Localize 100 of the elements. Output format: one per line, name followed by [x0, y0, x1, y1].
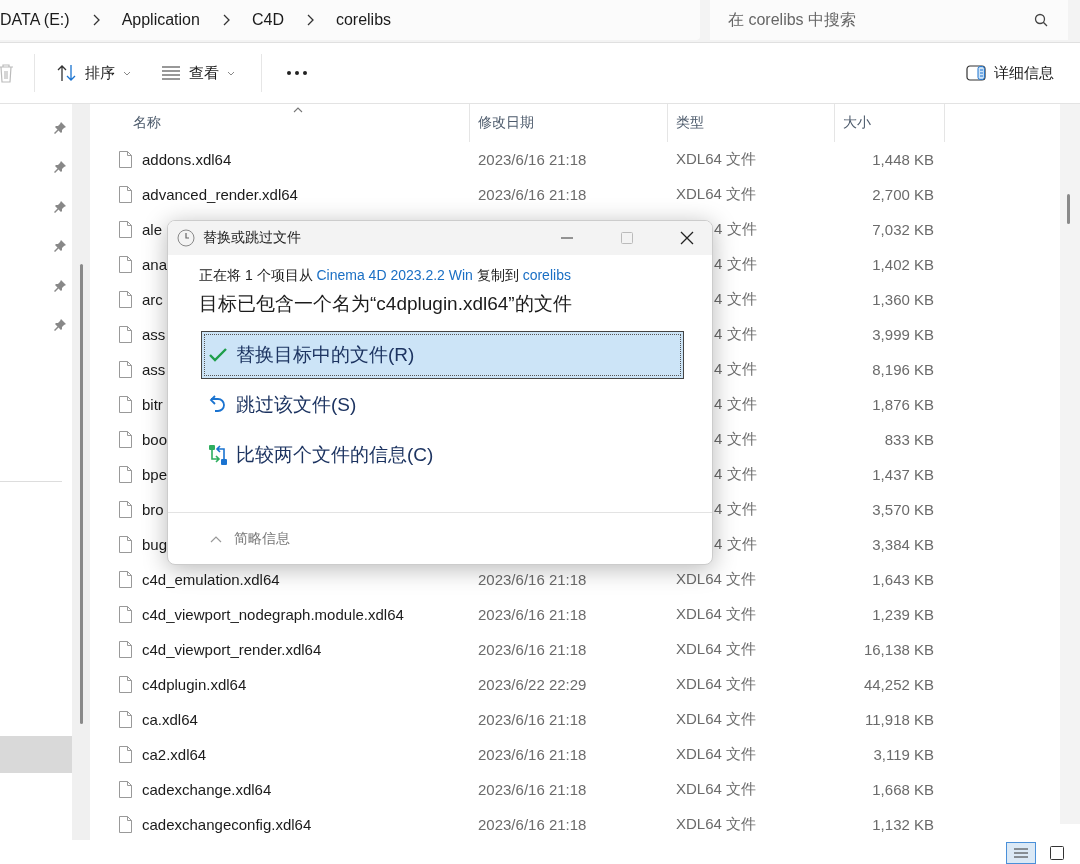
file-name[interactable]: ca.xdl64 [142, 711, 198, 728]
file-type: 4 文件 [714, 255, 757, 274]
file-name[interactable]: c4dplugin.xdl64 [142, 676, 247, 693]
file-type: XDL64 文件 [676, 780, 757, 799]
undo-arrow-icon [208, 395, 228, 415]
brief-info-toggle[interactable]: 简略信息 [204, 528, 296, 549]
file-name[interactable]: boo [142, 431, 168, 448]
view-button[interactable]: 查看 [157, 59, 239, 87]
file-icon [119, 431, 132, 448]
trash-icon[interactable] [0, 63, 14, 83]
column-header[interactable]: 名称 [95, 104, 470, 142]
search-field[interactable]: 在 corelibs 中搜索 [710, 0, 1068, 40]
scrollbar-thumb[interactable] [80, 264, 83, 724]
file-type: 4 文件 [714, 290, 757, 309]
file-icon [119, 571, 132, 588]
file-type: XDL64 文件 [676, 745, 757, 764]
file-name[interactable]: bro [142, 501, 164, 518]
file-name[interactable]: bitr [142, 396, 163, 413]
file-name[interactable]: cadexchangeconfig.xdl64 [142, 816, 312, 833]
file-size: 1,448 KB [872, 151, 934, 168]
modified-date: 2023/6/16 21:18 [478, 571, 587, 588]
file-icon [119, 711, 132, 728]
file-type: 4 文件 [714, 395, 757, 414]
modified-date: 2023/6/16 21:18 [478, 641, 587, 658]
dialog-title: 替换或跳过文件 [203, 229, 301, 247]
modified-date: 2023/6/16 21:18 [478, 186, 587, 203]
details-pane-button[interactable]: 详细信息 [962, 59, 1058, 87]
breadcrumb-item[interactable]: DATA (E:) [0, 11, 70, 29]
more-icon[interactable] [286, 70, 308, 76]
file-name[interactable]: addons.xdl64 [142, 151, 232, 168]
pin-icon[interactable] [54, 161, 66, 174]
pin-icon[interactable] [54, 319, 66, 332]
details-view-button[interactable] [1006, 842, 1036, 864]
clock-icon [177, 229, 195, 247]
breadcrumb-item[interactable]: C4D [251, 11, 284, 29]
chevron-right-icon [221, 14, 230, 26]
column-header[interactable]: 修改日期 [470, 104, 668, 142]
modified-date: 2023/6/16 21:18 [478, 781, 587, 798]
link[interactable]: Cinema 4D 2023.2.2 Win [316, 267, 473, 283]
file-type: 4 文件 [714, 500, 757, 519]
file-name[interactable]: cadexchange.xdl64 [142, 781, 272, 798]
column-header[interactable]: 大小 [835, 104, 945, 142]
file-size: 1,668 KB [872, 781, 934, 798]
file-size: 3,119 KB [873, 746, 934, 763]
chevron-right-icon [305, 14, 314, 26]
file-type: 4 文件 [714, 465, 757, 484]
file-icon [119, 746, 132, 763]
chevron-down-icon [123, 70, 131, 76]
pin-icon[interactable] [54, 279, 66, 292]
file-name[interactable]: c4d_emulation.xdl64 [142, 571, 280, 588]
file-type: XDL64 文件 [676, 640, 757, 659]
file-type: XDL64 文件 [676, 150, 757, 169]
modified-date: 2023/6/16 21:18 [478, 711, 587, 728]
file-size: 3,999 KB [872, 326, 934, 343]
file-icon [119, 221, 132, 238]
search-icon [1034, 13, 1048, 27]
file-size: 16,138 KB [863, 641, 934, 658]
file-icon [119, 326, 132, 343]
file-size: 11,918 KB [865, 711, 934, 728]
file-name[interactable]: arc [142, 291, 163, 308]
file-name[interactable]: ass [142, 326, 166, 343]
breadcrumb-item[interactable]: corelibs [335, 11, 392, 29]
address-bar[interactable]: DATA (E:) Application C4D corelibs [0, 0, 700, 40]
option-button[interactable]: 跳过该文件(S) [201, 381, 684, 429]
file-name[interactable]: advanced_render.xdl64 [142, 186, 298, 203]
file-name[interactable]: bug [142, 536, 168, 553]
file-icon [119, 781, 132, 798]
file-name[interactable]: ana [142, 256, 168, 273]
file-icon [119, 291, 132, 308]
chevron-up-icon [210, 534, 222, 543]
file-icon [119, 186, 132, 203]
maximize-icon [620, 231, 634, 245]
link[interactable]: corelibs [522, 267, 571, 283]
square-icon [1050, 846, 1064, 860]
file-name[interactable]: ca2.xdl64 [142, 746, 207, 763]
lines-icon [1014, 848, 1028, 858]
conflict-heading: 目标已包含一个名为“c4dplugin.xdl64”的文件 [199, 292, 573, 316]
file-name[interactable]: c4d_viewport_nodegraph.module.xdl64 [142, 606, 404, 623]
option-button[interactable]: 替换目标中的文件(R) [201, 331, 684, 379]
file-size: 7,032 KB [872, 221, 934, 238]
pin-icon[interactable] [54, 200, 66, 213]
file-icon [119, 676, 132, 693]
sort-arrows-icon [57, 64, 77, 82]
option-button[interactable]: 比较两个文件的信息(C) [201, 431, 684, 479]
scrollbar-thumb[interactable] [1067, 194, 1070, 224]
file-name[interactable]: bpe [142, 466, 168, 483]
pin-icon[interactable] [54, 240, 66, 253]
sort-button[interactable]: 排序 [53, 59, 135, 87]
breadcrumb-item[interactable]: Application [121, 11, 200, 29]
close-icon[interactable] [680, 231, 694, 245]
column-header[interactable]: 类型 [668, 104, 835, 142]
pin-icon[interactable] [54, 121, 66, 134]
file-type: 4 文件 [714, 325, 757, 344]
file-name[interactable]: ass [142, 361, 166, 378]
file-name[interactable]: c4d_viewport_render.xdl64 [142, 641, 322, 658]
file-size: 2,700 KB [872, 186, 934, 203]
file-icon [119, 151, 132, 168]
file-name[interactable]: ale [142, 221, 163, 238]
file-size: 1,132 KB [872, 816, 934, 833]
file-type: 4 文件 [714, 535, 757, 554]
